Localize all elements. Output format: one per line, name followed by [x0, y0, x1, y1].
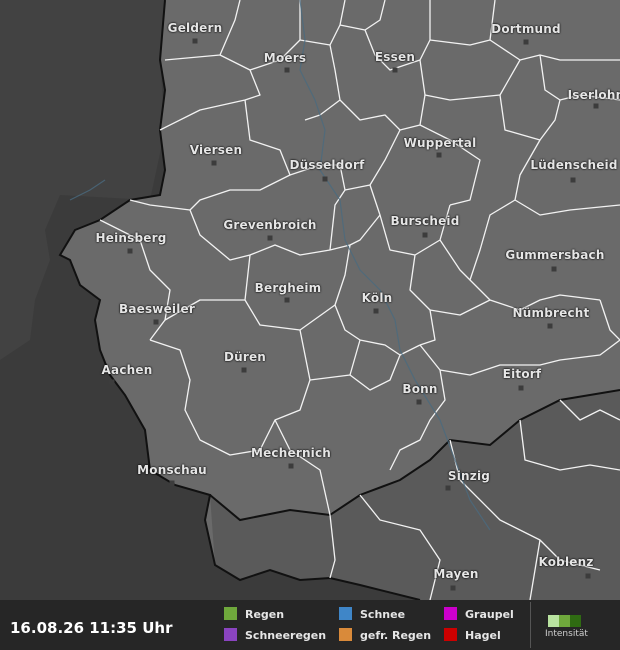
- city-marker: [445, 485, 451, 491]
- legend-label: Schnee: [360, 608, 406, 621]
- city-marker: [192, 38, 198, 44]
- legend-label: Hagel: [465, 629, 501, 642]
- legend-swatch: [224, 607, 237, 620]
- intensity-bar-light: [548, 615, 559, 627]
- legend-label: gefr. Regen: [360, 629, 432, 642]
- legend-swatch: [339, 628, 352, 641]
- legend-swatch: [339, 607, 352, 620]
- city-marker: [153, 319, 159, 325]
- city-label-aachen: Aachen: [101, 363, 153, 377]
- legend-item-gefr-regen: gefr. Regen: [339, 628, 431, 642]
- city-marker: [422, 232, 428, 238]
- city-marker: [284, 67, 290, 73]
- city-label-sinzig: Sinzig: [447, 469, 491, 483]
- legend-swatch: [444, 628, 457, 641]
- city-label-koeln: Köln: [361, 291, 393, 305]
- city-label-bonn: Bonn: [402, 382, 438, 396]
- city-marker: [436, 152, 442, 158]
- legend-item-graupel: Graupel: [444, 607, 514, 621]
- city-label-koblenz: Koblenz: [538, 555, 594, 569]
- city-marker: [585, 573, 591, 579]
- city-marker: [551, 266, 557, 272]
- intensity-bar-heavy: [570, 615, 581, 627]
- city-label-luedenscheid: Lüdenscheid: [530, 158, 618, 172]
- city-label-moers: Moers: [263, 51, 307, 65]
- city-label-geldern: Geldern: [167, 21, 223, 35]
- city-label-mechernich: Mechernich: [250, 446, 332, 460]
- city-label-mayen: Mayen: [433, 567, 479, 581]
- city-label-dortmund: Dortmund: [491, 22, 561, 36]
- legend-label: Schneeregen: [245, 629, 327, 642]
- legend-item-schnee: Schnee: [339, 607, 405, 621]
- city-marker: [322, 176, 328, 182]
- city-marker: [416, 399, 422, 405]
- city-marker: [570, 177, 576, 183]
- city-label-dueren: Düren: [223, 350, 267, 364]
- legend-label: Graupel: [465, 608, 514, 621]
- city-label-burscheid: Burscheid: [390, 214, 460, 228]
- legend-item-regen: Regen: [224, 607, 284, 621]
- city-label-heinsberg: Heinsberg: [95, 231, 167, 245]
- legend-item-hagel: Hagel: [444, 628, 501, 642]
- city-label-duesseldorf: Düsseldorf: [289, 158, 365, 172]
- radar-map[interactable]: [0, 0, 620, 600]
- city-label-baesweiler: Baesweiler: [118, 302, 196, 316]
- city-marker: [373, 308, 379, 314]
- city-label-nuembrecht: Nümbrecht: [512, 306, 590, 320]
- city-marker: [211, 160, 217, 166]
- city-marker: [267, 235, 273, 241]
- city-label-bergheim: Bergheim: [254, 281, 322, 295]
- city-label-eitorf: Eitorf: [502, 367, 542, 381]
- city-marker: [593, 103, 599, 109]
- map-background: [0, 0, 620, 600]
- city-marker: [284, 297, 290, 303]
- city-marker: [127, 248, 133, 254]
- city-marker: [450, 585, 456, 591]
- intensity-scale: Intensität: [530, 602, 620, 648]
- legend-label: Regen: [245, 608, 285, 621]
- city-marker: [523, 39, 529, 45]
- legend-swatch: [444, 607, 457, 620]
- intensity-label: Intensität: [545, 629, 588, 639]
- city-label-iserlohn: Iserlohn: [567, 88, 620, 102]
- city-label-gummersbach: Gummersbach: [505, 248, 605, 262]
- timestamp: 16.08.26 11:35 Uhr: [10, 619, 173, 637]
- city-label-essen: Essen: [374, 50, 416, 64]
- city-marker: [288, 463, 294, 469]
- city-label-viersen: Viersen: [189, 143, 243, 157]
- city-marker: [169, 480, 175, 486]
- intensity-bar-medium: [559, 615, 570, 627]
- city-marker: [518, 385, 524, 391]
- legend-item-schneeregen: Schneeregen: [224, 628, 326, 642]
- city-label-wuppertal: Wuppertal: [403, 136, 477, 150]
- legend-swatch: [224, 628, 237, 641]
- city-marker: [109, 379, 115, 385]
- city-marker: [392, 67, 398, 73]
- city-marker: [547, 323, 553, 329]
- city-marker: [241, 367, 247, 373]
- city-label-monschau: Monschau: [137, 463, 207, 477]
- city-label-grevenbroich: Grevenbroich: [223, 218, 317, 232]
- legend-bar: 16.08.26 11:35 Uhr Regen Schnee Graupel …: [0, 600, 620, 650]
